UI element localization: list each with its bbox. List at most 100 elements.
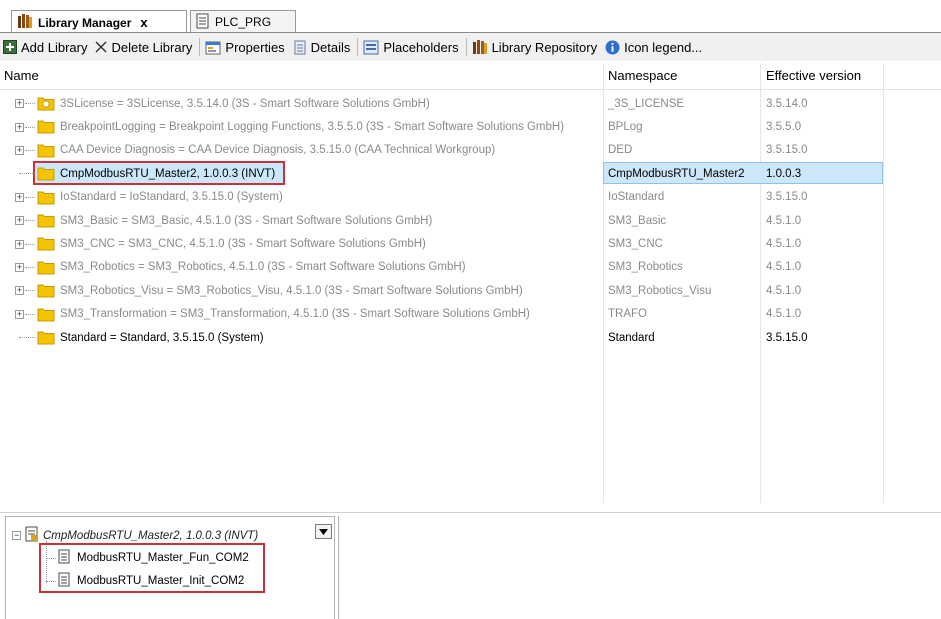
add-library-label: Add Library <box>21 39 88 55</box>
close-icon[interactable]: x <box>140 15 147 30</box>
library-doc-icon <box>25 526 39 545</box>
library-namespace: TRAFO <box>608 308 647 321</box>
expand-icon[interactable]: + <box>15 309 24 319</box>
pou-item[interactable]: ModbusRTU_Master_Fun_COM2 <box>58 549 249 567</box>
library-row[interactable]: + IoStandard = IoStandard, 3.5.15.0 (Syst… <box>0 186 941 209</box>
library-namespace: SM3_Robotics_Visu <box>608 284 712 297</box>
expand-icon[interactable]: + <box>15 192 24 202</box>
library-row[interactable]: + SM3_Robotics_Visu = SM3_Robotics_Visu, … <box>0 279 941 302</box>
library-version: 1.0.0.3 <box>766 167 802 180</box>
library-namespace: SM3_Basic <box>608 214 667 227</box>
library-repository-button[interactable]: Library Repository <box>469 35 603 59</box>
folder-icon <box>37 259 55 278</box>
library-version: 4.5.1.0 <box>766 308 802 321</box>
details-button[interactable]: Details <box>290 35 356 59</box>
expand-icon[interactable]: + <box>15 286 24 296</box>
tree-connector <box>25 126 35 128</box>
library-namespace: SM3_CNC <box>608 238 663 251</box>
properties-button[interactable]: Properties <box>202 35 289 59</box>
collapse-icon[interactable]: − <box>12 531 21 540</box>
library-name: CAA Device Diagnosis = CAA Device Diagno… <box>60 144 496 157</box>
tree-connector <box>25 290 35 292</box>
tree-connector <box>25 149 35 151</box>
library-row[interactable]: + CAA Device Diagnosis = CAA Device Diagn… <box>0 139 941 162</box>
tree-connector <box>25 313 35 315</box>
library-namespace: SM3_Robotics <box>608 261 683 274</box>
expand-icon[interactable]: + <box>15 99 24 109</box>
library-name: SM3_Basic = SM3_Basic, 4.5.1.0 (3S - Sma… <box>60 214 433 227</box>
folder-icon <box>37 118 55 137</box>
tab-library-manager[interactable]: Library Manager x <box>11 10 187 34</box>
details-icon <box>293 40 307 55</box>
folder-icon <box>37 306 55 325</box>
toolbar-separator <box>465 38 467 56</box>
library-name: SM3_Robotics_Visu = SM3_Robotics_Visu, 4… <box>60 284 523 297</box>
properties-icon <box>205 40 221 55</box>
info-icon <box>605 40 620 55</box>
library-version: 3.5.15.0 <box>766 191 808 204</box>
library-books-icon <box>472 39 488 55</box>
add-library-button[interactable]: Add Library <box>0 35 92 59</box>
expand-icon[interactable]: + <box>15 216 24 226</box>
expand-icon[interactable]: + <box>15 145 24 155</box>
folder-icon <box>37 165 55 184</box>
library-namespace: BPLog <box>608 121 643 134</box>
library-name: IoStandard = IoStandard, 3.5.15.0 (Syste… <box>60 191 283 204</box>
library-row[interactable]: + SM3_Basic = SM3_Basic, 4.5.1.0 (3S - Sm… <box>0 209 941 232</box>
folder-icon <box>37 329 55 348</box>
library-row[interactable]: + SM3_Transformation = SM3_Transformation… <box>0 303 941 326</box>
delete-library-label: Delete Library <box>111 39 193 55</box>
library-row[interactable]: + SM3_CNC = SM3_CNC, 4.5.1.0 (3S - Smart … <box>0 232 941 255</box>
folder-icon <box>37 235 55 254</box>
library-row[interactable]: +3SLicense = 3SLicense, 3.5.14.0 (3S - S… <box>0 92 941 115</box>
folder-icon <box>37 282 55 301</box>
library-name: SM3_Robotics = SM3_Robotics, 4.5.1.0 (3S… <box>60 261 466 274</box>
library-namespace: DED <box>608 144 633 157</box>
library-version: 4.5.1.0 <box>766 238 802 251</box>
placeholders-button[interactable]: Placeholders <box>360 35 463 59</box>
library-namespace: Standard <box>608 331 655 344</box>
library-details-pane <box>338 516 941 619</box>
tree-connector <box>25 196 35 198</box>
chevron-down-icon[interactable] <box>315 524 332 539</box>
library-version: 3.5.5.0 <box>766 121 802 134</box>
toolbar-separator <box>199 38 201 56</box>
tab-plc-prg[interactable]: PLC_PRG <box>190 10 296 33</box>
library-row[interactable]: Standard = Standard, 3.5.15.0 (System) St… <box>0 326 941 349</box>
column-header-version[interactable]: Effective version <box>766 68 861 83</box>
library-name: BreakpointLogging = Breakpoint Logging F… <box>60 121 565 134</box>
expand-icon[interactable]: + <box>15 122 24 132</box>
library-row[interactable]: CmpModbusRTU_Master2, 1.0.0.3 (INVT) CmpM… <box>0 161 941 186</box>
document-icon <box>58 572 71 590</box>
placeholders-label: Placeholders <box>383 39 459 55</box>
expand-icon[interactable]: + <box>15 262 24 272</box>
column-header-namespace[interactable]: Namespace <box>608 68 677 83</box>
add-icon <box>3 40 17 54</box>
tree-connector <box>19 173 35 175</box>
tab-label: PLC_PRG <box>215 15 272 29</box>
library-row[interactable]: + BreakpointLogging = Breakpoint Logging … <box>0 115 941 138</box>
panel-splitter[interactable] <box>0 512 941 513</box>
document-icon <box>58 549 71 567</box>
tree-connector <box>25 103 35 105</box>
icon-legend-label: Icon legend... <box>624 39 703 55</box>
document-icon <box>196 13 210 32</box>
library-version: 3.5.14.0 <box>766 97 808 110</box>
tree-connector <box>25 220 35 222</box>
library-version: 4.5.1.0 <box>766 284 802 297</box>
delete-library-button[interactable]: Delete Library <box>92 35 197 59</box>
icon-legend-button[interactable]: Icon legend... <box>602 35 707 59</box>
library-row[interactable]: + SM3_Robotics = SM3_Robotics, 4.5.1.0 (3… <box>0 256 941 279</box>
delete-x-icon <box>95 41 107 53</box>
pou-item[interactable]: ModbusRTU_Master_Init_COM2 <box>58 572 244 590</box>
library-content-tree: − CmpModbusRTU_Master2, 1.0.0.3 (INVT) M… <box>5 516 335 619</box>
library-name: 3SLicense = 3SLicense, 3.5.14.0 (3S - Sm… <box>60 97 430 110</box>
pou-label: ModbusRTU_Master_Init_COM2 <box>77 575 245 587</box>
expand-icon[interactable]: + <box>15 239 24 249</box>
toolbar-separator <box>357 38 359 56</box>
library-namespace: CmpModbusRTU_Master2 <box>608 167 745 180</box>
column-header-name[interactable]: Name <box>4 68 39 83</box>
library-repository-label: Library Repository <box>491 39 598 55</box>
library-namespace: IoStandard <box>608 191 665 204</box>
library-namespace: _3S_LICENSE <box>608 97 685 110</box>
